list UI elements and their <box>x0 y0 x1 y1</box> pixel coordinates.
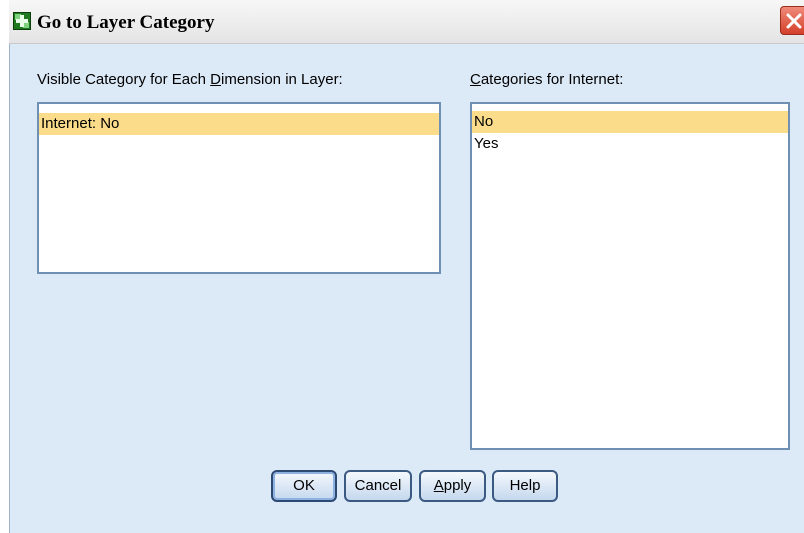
go-to-layer-category-dialog: Go to Layer Category Visible Category fo… <box>0 0 804 533</box>
ok-button[interactable]: OK <box>271 470 337 502</box>
categories-listbox[interactable]: No Yes <box>470 102 790 450</box>
title-bar[interactable]: Go to Layer Category <box>9 0 804 44</box>
app-icon <box>13 12 31 30</box>
apply-button[interactable]: Apply <box>419 470 486 502</box>
list-item[interactable]: No <box>472 111 788 133</box>
close-button[interactable] <box>780 6 804 35</box>
help-button[interactable]: Help <box>492 470 558 502</box>
cancel-button[interactable]: Cancel <box>344 470 412 502</box>
visible-category-label: Visible Category for Each Dimension in L… <box>37 71 343 88</box>
categories-label: Categories for Internet: <box>470 71 624 88</box>
list-item[interactable]: Internet: No <box>39 113 439 135</box>
window-title: Go to Layer Category <box>37 12 215 33</box>
close-icon <box>786 13 802 29</box>
list-item[interactable]: Yes <box>472 133 788 155</box>
window-frame-left <box>0 0 10 533</box>
dimension-listbox[interactable]: Internet: No <box>37 102 441 274</box>
